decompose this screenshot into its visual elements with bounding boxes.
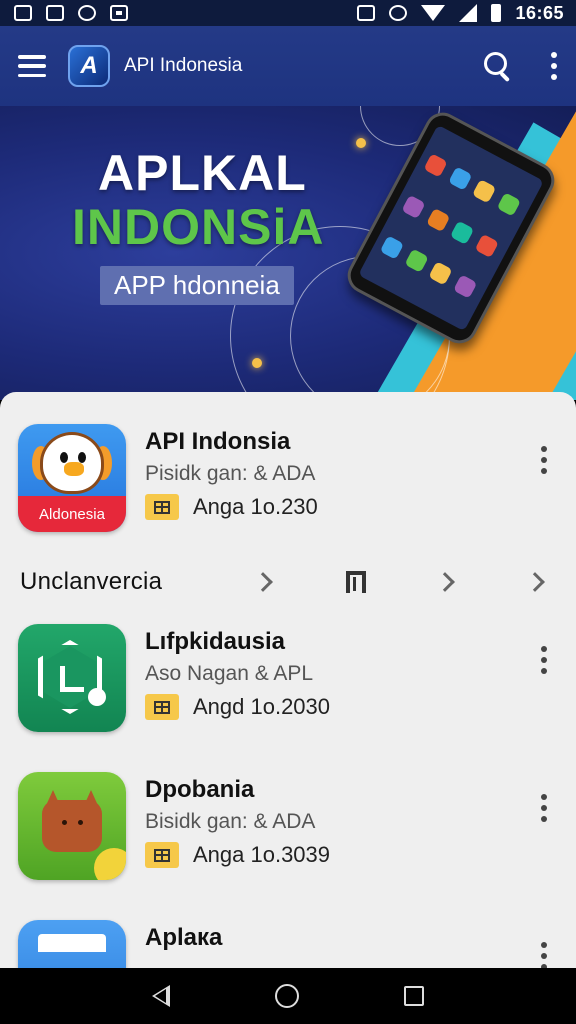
chevron-right-icon[interactable] bbox=[525, 572, 545, 592]
section-title: Unclanvercia bbox=[20, 568, 163, 595]
app-bar: A API Indonesia bbox=[0, 26, 576, 106]
alarm-icon bbox=[78, 5, 96, 21]
overflow-menu-icon[interactable] bbox=[550, 52, 558, 80]
sync-icon bbox=[389, 5, 408, 21]
system-nav-bar bbox=[0, 968, 576, 1024]
promo-banner[interactable]: APLKAL INDONSiA APP hdonneia bbox=[0, 106, 576, 400]
home-icon[interactable] bbox=[274, 984, 299, 1008]
app-meta-text: Anga 1o.230 bbox=[193, 494, 318, 519]
grid-badge-icon bbox=[145, 842, 179, 868]
status-right-icons: 16:65 bbox=[357, 3, 564, 24]
vibrate-icon bbox=[357, 5, 376, 21]
signal-icon bbox=[459, 4, 478, 22]
banner-title-line2: INDONSiA bbox=[72, 199, 325, 255]
photo-icon bbox=[14, 5, 32, 21]
search-icon[interactable] bbox=[484, 52, 512, 80]
app-list-item[interactable]: Dpobania Bisidk gan: & ADA Anga 1o.3039 bbox=[0, 772, 576, 892]
app-meta-text: Angd 1o.2030 bbox=[193, 694, 331, 719]
app-meta: Angd 1o.2030 bbox=[145, 694, 330, 720]
item-menu-icon[interactable] bbox=[540, 646, 548, 674]
app-icon-label: Aldonesia bbox=[18, 496, 126, 532]
app-name: Dpobania bbox=[145, 776, 255, 803]
app-name: Lıfpkidausia bbox=[145, 628, 286, 655]
app-list-item[interactable]: Lıfpkidausia Aso Nagan & APL Angd 1o.203… bbox=[0, 624, 576, 744]
banner-subtitle-pill: APP hdonneia bbox=[100, 266, 294, 305]
banner-title-line1: APLKAL bbox=[98, 145, 307, 201]
house-icon[interactable] bbox=[18, 624, 126, 732]
app-list-sheet: Aldonesia API Indonsia Pisidk gan: & ADA… bbox=[0, 392, 576, 968]
item-menu-icon[interactable] bbox=[540, 942, 548, 968]
app-subtitle: Pisidk gan: & ADA bbox=[145, 462, 316, 485]
app-meta-text: Anga 1o.3039 bbox=[193, 842, 331, 867]
fox-icon[interactable] bbox=[18, 772, 126, 880]
section-header: Unclanvercia bbox=[0, 560, 576, 604]
back-icon[interactable] bbox=[152, 985, 171, 1007]
app-subtitle: Aso Nagan & APL bbox=[145, 662, 314, 685]
app-title: API Indonesia bbox=[124, 55, 243, 76]
filter-icon[interactable] bbox=[346, 571, 366, 593]
app-list-item[interactable]: Aplaка bbox=[0, 920, 576, 968]
app-subtitle: Bisidk gan: & ADA bbox=[145, 810, 316, 833]
store-icon[interactable] bbox=[18, 920, 126, 968]
status-left-icons bbox=[14, 5, 128, 21]
grid-badge-icon bbox=[145, 694, 179, 720]
app-logo: A bbox=[68, 45, 110, 87]
status-bar: 16:65 bbox=[0, 0, 576, 26]
battery-icon bbox=[491, 4, 502, 22]
chevron-right-icon[interactable] bbox=[253, 572, 273, 592]
menu-icon[interactable] bbox=[18, 55, 46, 77]
banner-dot bbox=[356, 138, 366, 148]
app-name: API Indonsia bbox=[145, 428, 291, 455]
item-menu-icon[interactable] bbox=[540, 794, 548, 822]
item-menu-icon[interactable] bbox=[540, 446, 548, 474]
grid-badge-icon bbox=[145, 494, 179, 520]
chevron-right-icon[interactable] bbox=[435, 572, 455, 592]
app-meta: Anga 1o.3039 bbox=[145, 842, 330, 868]
app-name: Aplaка bbox=[145, 924, 223, 951]
app-list-item[interactable]: Aldonesia API Indonsia Pisidk gan: & ADA… bbox=[0, 424, 576, 544]
app-meta: Anga 1o.230 bbox=[145, 494, 318, 520]
square-icon bbox=[110, 5, 128, 21]
s-icon bbox=[46, 5, 64, 21]
bird-icon[interactable]: Aldonesia bbox=[18, 424, 126, 532]
banner-dot bbox=[252, 358, 262, 368]
recents-icon[interactable] bbox=[403, 986, 424, 1006]
wifi-icon bbox=[421, 5, 446, 21]
status-time: 16:65 bbox=[515, 2, 564, 23]
